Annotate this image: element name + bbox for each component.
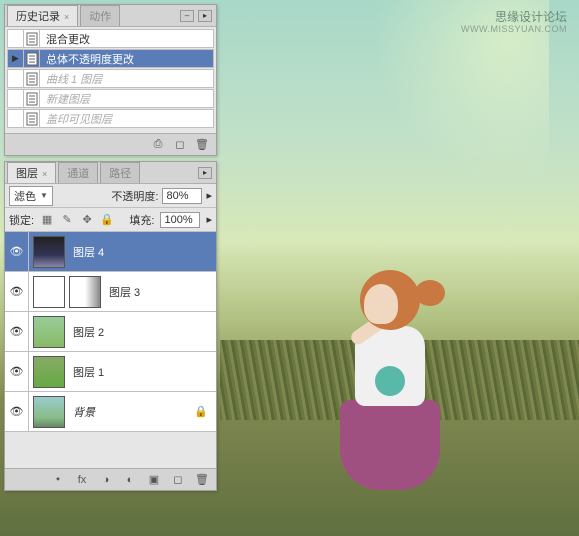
lock-icon: 🔒 [194,405,208,418]
blend-opacity-row: 滤色 ▼ 不透明度: 80% ▸ [5,184,216,208]
history-marker-slot[interactable] [8,70,24,87]
fill-input[interactable]: 100% [160,212,200,228]
tab-channels[interactable]: 通道 [58,162,98,183]
layers-tab-bar: 图层 × 通道 路径 ▸ [5,162,216,184]
fill-slider-icon[interactable]: ▸ [206,213,212,226]
layer-row[interactable]: 👁 背景🔒 [5,392,216,432]
blend-mode-value: 滤色 [14,188,36,204]
eye-icon: 👁 [10,245,24,258]
layer-mask-thumbnail[interactable] [69,276,101,308]
lock-move-icon[interactable]: ✥ [80,213,94,227]
layer-row[interactable]: 👁 图层 2 [5,312,216,352]
lock-transparent-icon[interactable]: ▦ [40,213,54,227]
history-item-label: 盖印可见图层 [40,111,213,127]
lock-label: 锁定: [9,212,34,228]
layer-row[interactable]: 👁 图层 1 [5,352,216,392]
history-step-icon [24,110,40,127]
history-item[interactable]: 盖印可见图层 [7,109,214,128]
history-item[interactable]: 曲线 1 图层 [7,69,214,88]
opacity-slider-icon[interactable]: ▸ [206,189,212,202]
history-panel: 历史记录 × 动作 – ▸ 混合更改 ▶ 总体不透明度更改曲线 1 图层新建图层盖印可… [4,4,217,156]
new-layer-icon[interactable]: ◻ [170,473,186,487]
blend-mode-select[interactable]: 滤色 ▼ [9,186,53,206]
history-item[interactable]: 新建图层 [7,89,214,108]
history-item[interactable]: ▶ 总体不透明度更改 [7,49,214,68]
adjustment-icon[interactable]: ◐ [122,473,138,487]
history-step-icon [24,30,40,47]
history-marker-slot[interactable]: ▶ [8,50,24,67]
tab-actions[interactable]: 动作 [80,5,120,26]
history-item-label: 混合更改 [40,31,213,47]
history-marker-slot[interactable] [8,30,24,47]
history-tab-bar: 历史记录 × 动作 – ▸ [5,5,216,27]
panel-menu-icon[interactable]: ▸ [198,167,212,179]
layer-thumbnail[interactable] [33,316,65,348]
layer-thumbnail[interactable] [33,356,65,388]
history-step-icon [24,70,40,87]
layers-footer: ⬩ fx ◑ ◐ ▣ ◻ 🗑 [5,468,216,490]
opacity-label: 不透明度: [111,188,158,204]
history-item-label: 新建图层 [40,91,213,107]
snapshot-icon[interactable]: ⎙ [150,138,166,152]
eye-icon: 👁 [10,285,24,298]
visibility-toggle[interactable]: 👁 [5,352,29,391]
visibility-toggle[interactable]: 👁 [5,232,29,271]
history-item[interactable]: 混合更改 [7,29,214,48]
tab-layers[interactable]: 图层 × [7,162,56,183]
group-icon[interactable]: ▣ [146,473,162,487]
layer-row[interactable]: 👁 图层 4 [5,232,216,272]
visibility-toggle[interactable]: 👁 [5,312,29,351]
layer-thumbnail[interactable] [33,396,65,428]
watermark-text: 思缘设计论坛 [495,8,567,25]
layer-label[interactable]: 图层 3 [101,284,216,300]
fx-icon[interactable]: fx [74,473,90,487]
mask-icon[interactable]: ◑ [98,473,114,487]
visibility-toggle[interactable]: 👁 [5,392,29,431]
history-marker-slot[interactable] [8,110,24,127]
tab-history[interactable]: 历史记录 × [7,5,78,26]
layer-label[interactable]: 图层 2 [65,324,216,340]
layer-list: 👁 图层 4 👁 图层 3 👁 图层 2 👁 图层 1 👁 背景🔒 [5,232,216,432]
layer-label[interactable]: 背景 [65,404,194,420]
history-list: 混合更改 ▶ 总体不透明度更改曲线 1 图层新建图层盖印可见图层 [5,27,216,131]
layer-row[interactable]: 👁 图层 3 [5,272,216,312]
trash-icon[interactable]: 🗑 [194,473,210,487]
visibility-toggle[interactable]: 👁 [5,272,29,311]
tab-layers-label: 图层 [16,168,38,180]
layer-thumbnail[interactable] [33,276,65,308]
history-item-label: 总体不透明度更改 [40,51,213,67]
trash-icon[interactable]: 🗑 [194,138,210,152]
fill-label: 填充: [129,212,154,228]
photo-figure [300,250,500,530]
new-snapshot-icon[interactable]: ◻ [172,138,188,152]
panel-minimize-icon[interactable]: – [180,10,194,22]
opacity-input[interactable]: 80% [162,188,202,204]
layers-panel: 图层 × 通道 路径 ▸ 滤色 ▼ 不透明度: 80% ▸ 锁定: ▦ ✎ ✥ 🔒… [4,161,217,491]
history-step-icon [24,50,40,67]
watermark-url: WWW.MISSYUAN.COM [461,24,567,34]
tab-history-label: 历史记录 [16,11,60,23]
tab-paths[interactable]: 路径 [100,162,140,183]
link-layers-icon[interactable]: ⬩ [50,473,66,487]
layer-thumbnail[interactable] [33,236,65,268]
panel-menu-icon[interactable]: ▸ [198,10,212,22]
history-item-label: 曲线 1 图层 [40,71,213,87]
layer-label[interactable]: 图层 4 [65,244,216,260]
lock-brush-icon[interactable]: ✎ [60,213,74,227]
lock-all-icon[interactable]: 🔒 [100,213,114,227]
history-marker-slot[interactable] [8,90,24,107]
eye-icon: 👁 [10,405,24,418]
history-step-icon [24,90,40,107]
layer-label[interactable]: 图层 1 [65,364,216,380]
close-icon[interactable]: × [64,12,69,22]
lock-fill-row: 锁定: ▦ ✎ ✥ 🔒 填充: 100% ▸ [5,208,216,232]
eye-icon: 👁 [10,325,24,338]
play-icon: ▶ [12,53,19,64]
history-footer: ⎙ ◻ 🗑 [5,133,216,155]
chevron-down-icon: ▼ [40,191,48,200]
close-icon[interactable]: × [42,169,47,179]
eye-icon: 👁 [10,365,24,378]
